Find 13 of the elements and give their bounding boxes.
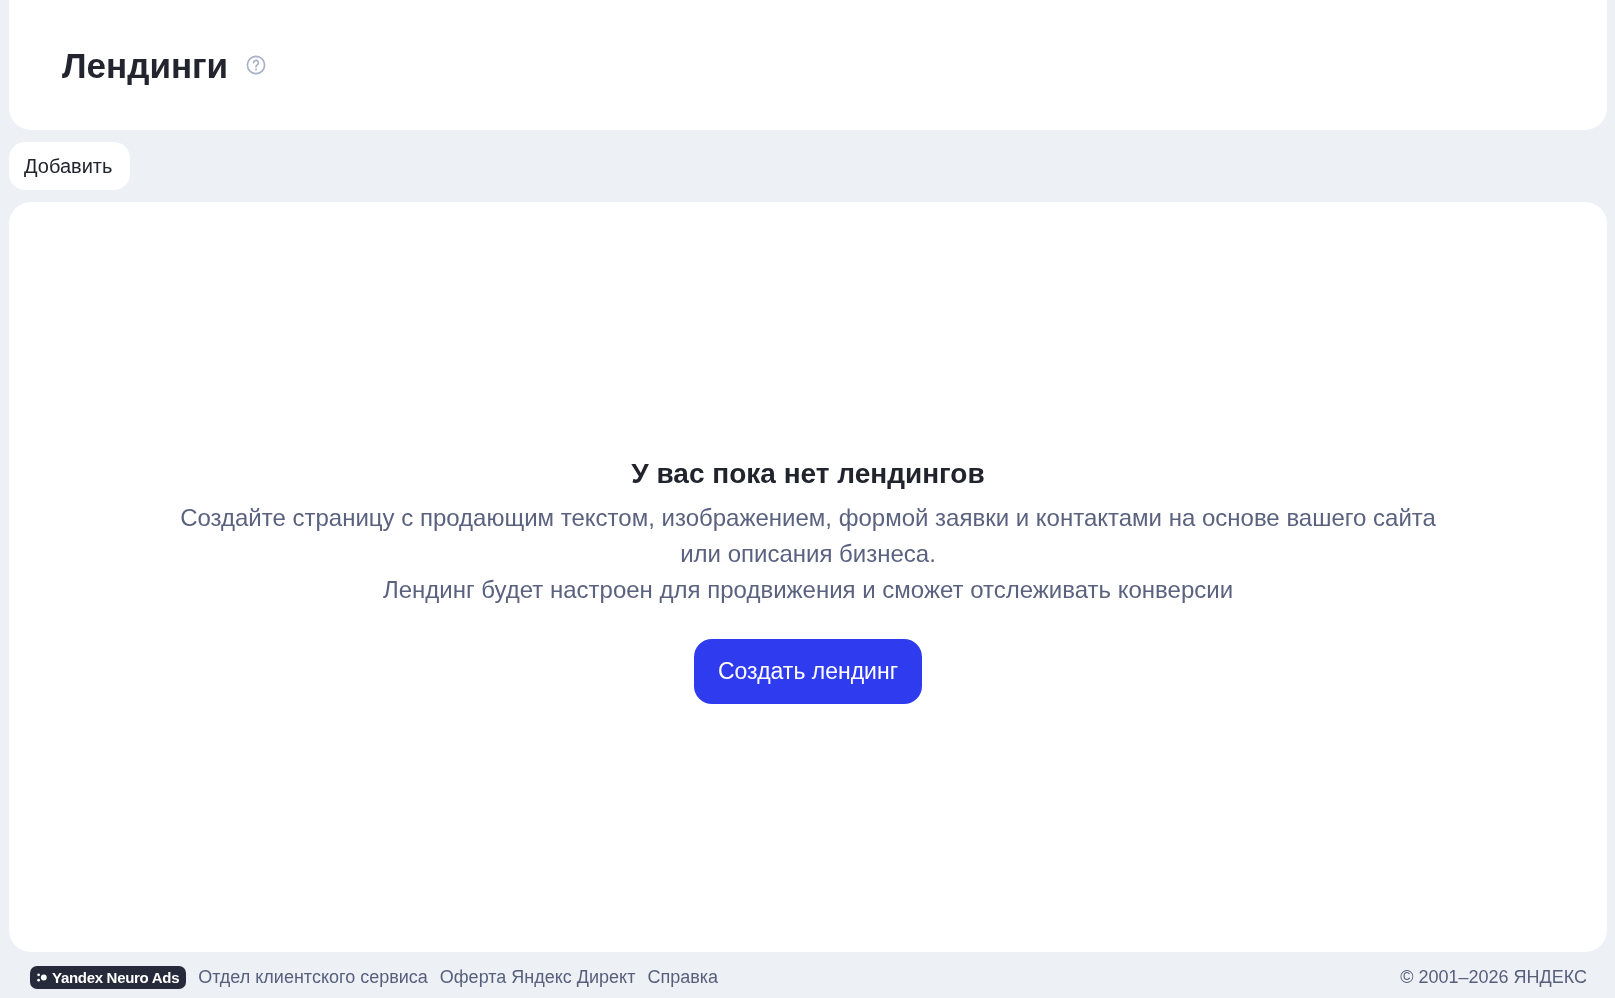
help-icon[interactable] bbox=[246, 55, 267, 75]
footer-link[interactable]: Оферта Яндекс Директ bbox=[439, 966, 636, 988]
footer-link[interactable]: Отдел клиентского сервиса bbox=[198, 966, 428, 988]
add-button[interactable]: Добавить bbox=[9, 142, 131, 190]
footer-link[interactable]: Справка bbox=[647, 966, 719, 988]
page-title: Лендинги bbox=[62, 45, 229, 87]
product-badge[interactable]: Yandex Neuro Ads bbox=[30, 965, 187, 989]
create-landing-button[interactable]: Создать лендинг bbox=[693, 638, 923, 704]
copyright-text: © 2001–2026 ЯНДЕКС bbox=[1400, 966, 1587, 988]
dots-icon bbox=[37, 972, 47, 982]
empty-state-description: Создайте страницу с продающим текстом, изображением, формой заявки и контактами на основе вашего сайта или описания бизнеса. bbox=[179, 502, 1437, 569]
empty-state-description: Лендинг будет настроен для продвижения и сможет отслеживать конверсии bbox=[382, 574, 1234, 605]
empty-state-title: У вас пока нет лендингов bbox=[631, 456, 985, 491]
